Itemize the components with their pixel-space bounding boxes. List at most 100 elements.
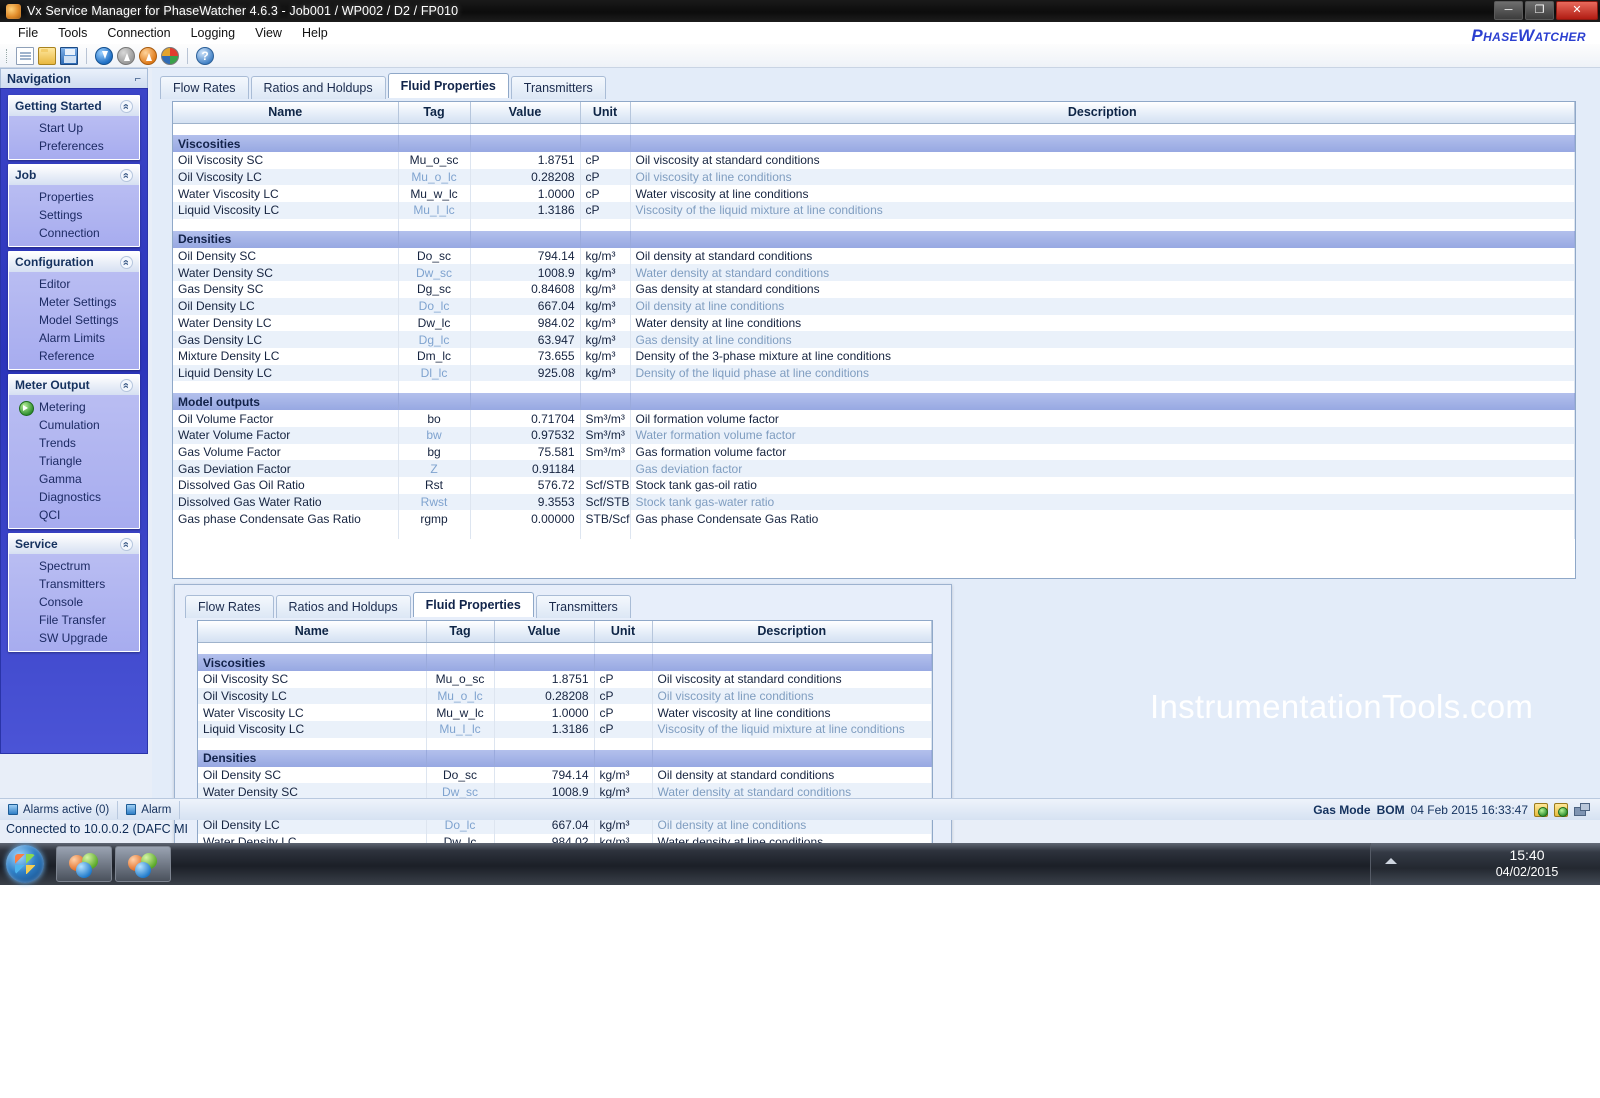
table-row[interactable]: Gas phase Condensate Gas Ratiorgmp0.0000… [173, 510, 1575, 528]
column-header-name[interactable]: Name [173, 102, 399, 124]
sidebar-item-console[interactable]: Console [9, 593, 139, 611]
sidebar-item-spectrum[interactable]: Spectrum [9, 557, 139, 575]
sidebar-item-metering[interactable]: Metering [9, 398, 139, 416]
add-item-icon-1[interactable] [1534, 802, 1548, 817]
menu-item-file[interactable]: File [8, 24, 48, 42]
table-row[interactable]: Gas Density SCDg_sc0.84608kg/m³Gas densi… [173, 281, 1575, 298]
menu-item-logging[interactable]: Logging [181, 24, 246, 42]
open-folder-icon[interactable] [38, 46, 56, 65]
sidebar-item-properties[interactable]: Properties [9, 188, 139, 206]
table-row[interactable]: Oil Viscosity LC Mu_o_lc 0.28208 cP Oil visc… [198, 687, 932, 705]
table-row[interactable]: Gas Density LCDg_lc63.947kg/m³Gas densit… [173, 331, 1575, 348]
table-row[interactable]: Water Viscosity LC Mu_w_lc 1.0000 cP Water v… [198, 704, 932, 722]
menu-item-tools[interactable]: Tools [48, 24, 97, 42]
taskbar-clock[interactable]: 15:40 04/02/2015 [1472, 847, 1582, 880]
sidebar-item-preferences[interactable]: Preferences [9, 137, 139, 155]
menu-item-connection[interactable]: Connection [97, 24, 180, 42]
column-header-unit[interactable]: Unit [580, 102, 631, 124]
alarms-secondary-indicator[interactable]: Alarm [118, 800, 181, 819]
sidebar-item-reference[interactable]: Reference [9, 347, 139, 365]
menu-item-help[interactable]: Help [292, 24, 338, 42]
table-row[interactable]: Oil Density SC Do_sc 794.14 kg/m³ Oil densit… [198, 766, 932, 784]
chevron-up-icon[interactable]: » [120, 168, 133, 182]
sidebar-item-meter-settings[interactable]: Meter Settings [9, 293, 139, 311]
main-tab-ratios-and-holdups[interactable]: Ratios and Holdups [250, 76, 386, 99]
table-row[interactable]: Dissolved Gas Water RatioRwst9.3553Scf/S… [173, 493, 1575, 511]
sidebar-item-transmitters[interactable]: Transmitters [9, 575, 139, 593]
upload-icon[interactable] [139, 46, 157, 65]
network-icon[interactable] [1574, 803, 1590, 816]
table-row[interactable]: Oil Density LC Do_lc 667.04 kg/m³ Oil densit… [173, 297, 1575, 315]
table-row[interactable]: Gas Volume Factorbg75.581Sm³/m³Gas forma… [173, 443, 1575, 461]
column-header-tag[interactable]: Tag [398, 102, 471, 124]
table-row[interactable]: Oil Volume Factorbo0.71704Sm³/m³Oil form… [173, 410, 1575, 427]
table-row[interactable]: Water Volume Factorbw0.97532Sm³/m³Water … [173, 426, 1575, 444]
sidebar-item-cumulation[interactable]: Cumulation [9, 416, 139, 434]
toolbar-grip[interactable] [6, 48, 9, 63]
table-row[interactable]: Oil Viscosity SC Mu_o_sc 1.8751 cP Oil visco… [173, 152, 1575, 169]
help-icon[interactable]: ? [196, 46, 214, 65]
maximize-button[interactable]: ❐ [1525, 1, 1554, 20]
table-row[interactable]: Oil Density SC Do_sc 794.14 kg/m³ Oil densit… [173, 247, 1575, 265]
nav-group-header-3[interactable]: Meter Output » [9, 375, 139, 395]
sidebar-item-settings[interactable]: Settings [9, 206, 139, 224]
add-item-icon-2[interactable] [1554, 802, 1568, 817]
nav-group-header-0[interactable]: Getting Started » [9, 96, 139, 116]
table-row[interactable]: Gas Deviation FactorZ0.91184 Gas deviatio… [173, 460, 1575, 477]
chevron-up-icon[interactable]: » [120, 99, 133, 113]
main-tab-fluid-properties[interactable]: Fluid Properties [387, 73, 509, 98]
download-icon[interactable] [95, 46, 113, 65]
sidebar-item-trends[interactable]: Trends [9, 434, 139, 452]
column-header-value[interactable]: Value [494, 621, 595, 643]
sidebar-item-start-up[interactable]: Start Up [9, 119, 139, 137]
close-button[interactable]: ✕ [1556, 1, 1598, 20]
table-row[interactable]: Mixture Density LCDm_lc73.655kg/m³Densit… [173, 347, 1575, 365]
nav-group-header-2[interactable]: Configuration » [9, 252, 139, 272]
column-header-unit[interactable]: Unit [594, 621, 653, 643]
table-row[interactable]: Oil Viscosity SC Mu_o_sc 1.8751 cP Oil visco… [198, 671, 932, 688]
chevron-up-icon[interactable]: » [120, 537, 133, 551]
main-tab-transmitters[interactable]: Transmitters [510, 76, 606, 99]
sidebar-item-alarm-limits[interactable]: Alarm Limits [9, 329, 139, 347]
table-row[interactable]: Water Density LC Dw_lc 984.02 kg/m³ Water de… [173, 314, 1575, 332]
windows-start-icon[interactable] [6, 845, 44, 883]
chevron-up-icon[interactable]: » [120, 378, 133, 392]
sidebar-item-gamma[interactable]: Gamma [9, 470, 139, 488]
minimize-button[interactable]: ─ [1494, 1, 1523, 20]
table-row[interactable]: Dissolved Gas Oil RatioRst576.72Scf/STBS… [173, 477, 1575, 494]
new-document-icon[interactable] [16, 46, 34, 65]
chevron-up-icon[interactable]: » [120, 255, 133, 269]
column-header-description[interactable]: Description [630, 102, 1575, 124]
secondary-tab-flow-rates[interactable]: Flow Rates [185, 595, 274, 618]
refresh-icon[interactable] [161, 46, 179, 65]
nav-group-header-4[interactable]: Service » [9, 534, 139, 554]
sidebar-item-sw-upgrade[interactable]: SW Upgrade [9, 629, 139, 647]
table-row[interactable]: Liquid Viscosity LC Mu_l_lc 1.3186 cP Viscos… [198, 721, 932, 738]
sidebar-item-connection[interactable]: Connection [9, 224, 139, 242]
menu-item-view[interactable]: View [245, 24, 292, 42]
sidebar-item-diagnostics[interactable]: Diagnostics [9, 488, 139, 506]
column-header-tag[interactable]: Tag [426, 621, 495, 643]
tray-expand-icon[interactable] [1385, 858, 1397, 864]
save-icon[interactable] [60, 46, 78, 65]
secondary-tab-transmitters[interactable]: Transmitters [535, 595, 631, 618]
taskbar-app-vx-1[interactable] [56, 846, 112, 882]
column-header-description[interactable]: Description [652, 621, 932, 643]
table-row[interactable]: Liquid Viscosity LC Mu_l_lc 1.3186 cP Viscos… [173, 202, 1575, 219]
sidebar-item-model-settings[interactable]: Model Settings [9, 311, 139, 329]
table-row[interactable]: Liquid Density LCDl_lc925.08kg/m³Density… [173, 364, 1575, 382]
column-header-value[interactable]: Value [470, 102, 581, 124]
table-row[interactable]: Oil Viscosity LC Mu_o_lc 0.28208 cP Oil visc… [173, 168, 1575, 186]
column-header-name[interactable]: Name [198, 621, 427, 643]
taskbar-app-vx-2[interactable] [115, 846, 171, 882]
secondary-tab-fluid-properties[interactable]: Fluid Properties [412, 592, 534, 617]
sidebar-item-triangle[interactable]: Triangle [9, 452, 139, 470]
main-tab-flow-rates[interactable]: Flow Rates [160, 76, 249, 99]
table-row[interactable]: Water Density SC Dw_sc 1008.9 kg/m³ Water de… [173, 264, 1575, 282]
pin-icon[interactable]: ⌐ [135, 73, 141, 85]
alarms-active-indicator[interactable]: Alarms active (0) [0, 800, 119, 819]
table-row[interactable]: Water Viscosity LC Mu_w_lc 1.0000 cP Water v… [173, 185, 1575, 203]
sidebar-item-qci[interactable]: QCI [9, 506, 139, 524]
sidebar-item-file-transfer[interactable]: File Transfer [9, 611, 139, 629]
sidebar-item-editor[interactable]: Editor [9, 275, 139, 293]
